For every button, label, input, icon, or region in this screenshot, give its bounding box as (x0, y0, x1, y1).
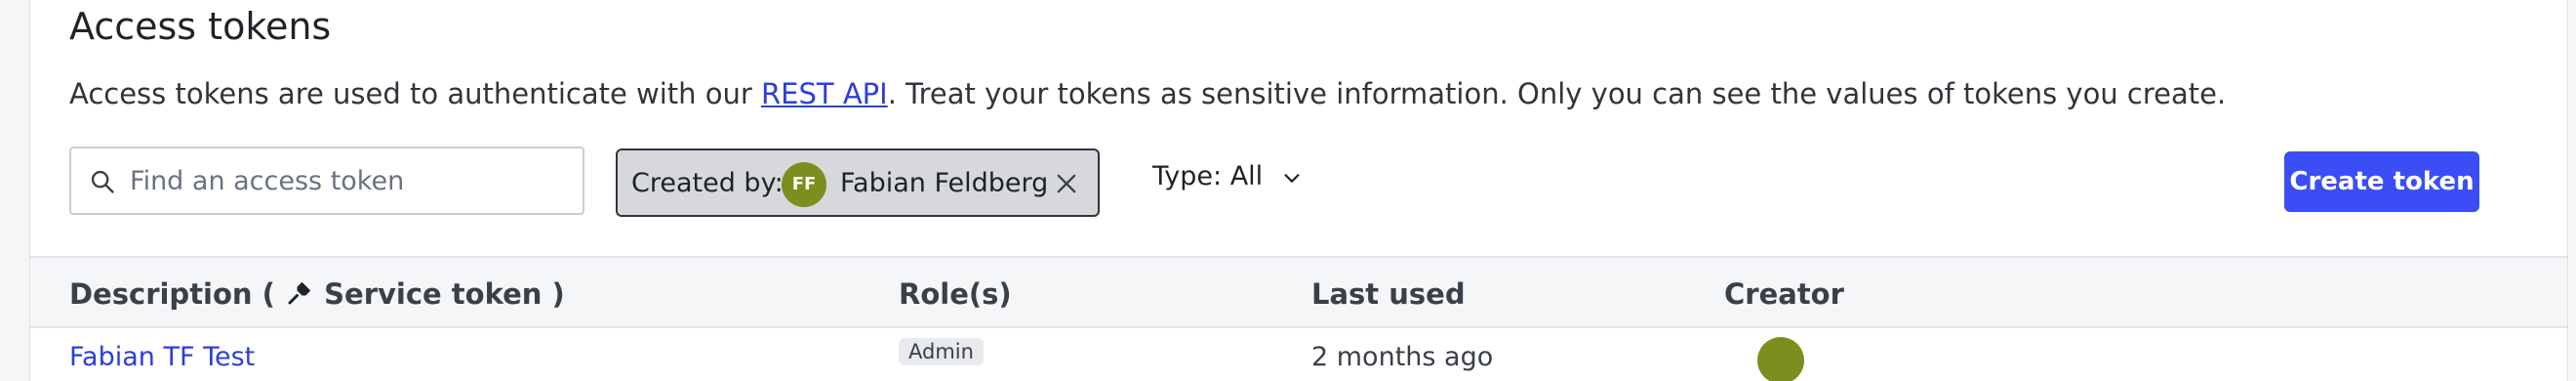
access-tokens-panel: Access tokens Access tokens are used to … (29, 0, 2568, 381)
page-title: Access tokens (69, 5, 332, 48)
type-filter-label: Type: All (1152, 161, 1264, 191)
type-filter-dropdown[interactable]: Type: All (1152, 161, 1303, 191)
column-description[interactable]: Description ( Service token ) (69, 277, 565, 311)
table-header: Description ( Service token ) Role(s) La… (30, 256, 2567, 328)
created-by-filter-chip[interactable]: Created by: FF Fabian Feldberg (616, 148, 1100, 217)
creator-avatar (1757, 337, 1804, 381)
avatar: FF (782, 162, 826, 207)
token-name-link[interactable]: Fabian TF Test (69, 342, 255, 372)
rest-api-link[interactable]: REST API (761, 77, 888, 110)
create-token-button[interactable]: Create token (2284, 151, 2479, 212)
role-badge: Admin (899, 338, 984, 365)
column-description-suffix: Service token ) (324, 277, 565, 311)
chip-user-name: Fabian Feldberg (840, 168, 1049, 198)
plug-icon (288, 281, 311, 305)
page-description: Access tokens are used to authenticate w… (69, 77, 2226, 110)
search-icon (91, 170, 114, 193)
description-text-end: . Treat your tokens as sensitive informa… (887, 77, 2227, 110)
column-creator[interactable]: Creator (1724, 277, 1844, 311)
column-last-used[interactable]: Last used (1311, 277, 1466, 311)
chip-label: Created by: (631, 168, 784, 198)
column-roles[interactable]: Role(s) (899, 277, 1012, 311)
close-icon[interactable] (1053, 170, 1080, 197)
last-used-value: 2 months ago (1311, 342, 1494, 372)
chevron-down-icon (1284, 173, 1300, 183)
token-search[interactable] (69, 147, 584, 215)
search-input[interactable] (130, 148, 569, 213)
description-text: Access tokens are used to authenticate w… (69, 77, 762, 110)
column-description-label: Description ( (69, 277, 275, 311)
